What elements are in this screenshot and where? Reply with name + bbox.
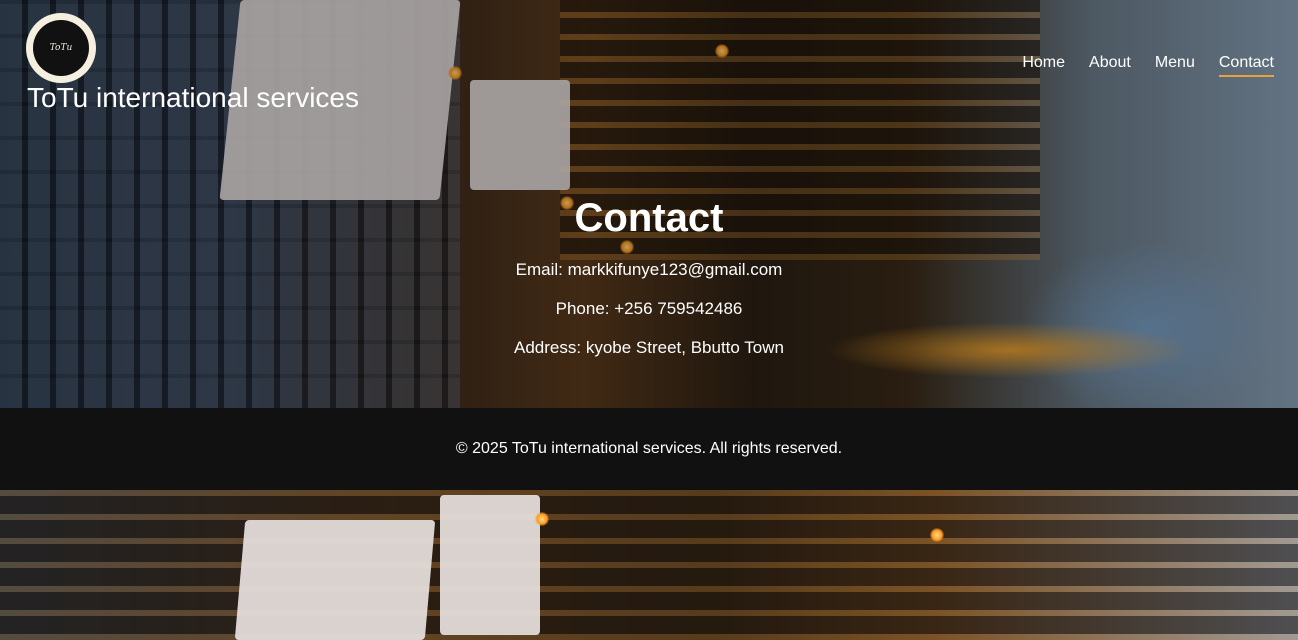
nav-contact[interactable]: Contact xyxy=(1218,54,1274,77)
main-nav: Home About Menu Contact xyxy=(1022,54,1274,77)
site-header: ToTu ToTu international services Home Ab… xyxy=(0,0,1298,130)
site-footer: © 2025 ToTu international services. All … xyxy=(0,408,1298,490)
contact-phone: Phone: +256 759542486 xyxy=(555,299,743,318)
logo-pot-icon: ToTu xyxy=(33,20,89,76)
restaurant-street-photo-bottom xyxy=(0,490,1298,640)
logo[interactable]: ToTu xyxy=(26,13,96,83)
candle-light xyxy=(535,512,549,526)
site-name: ToTu international services xyxy=(27,82,360,113)
contact-email: Email: markkifunye123@gmail.com xyxy=(515,260,783,279)
table-cloth xyxy=(234,520,436,640)
candle-light xyxy=(930,528,944,542)
nav-home[interactable]: Home xyxy=(1022,54,1065,77)
nav-about[interactable]: About xyxy=(1089,54,1131,77)
contact-title: Contact xyxy=(574,196,724,240)
contact-section: Contact Email: markkifunye123@gmail.com … xyxy=(0,194,1298,377)
footer-copyright: © 2025 ToTu international services. All … xyxy=(455,440,843,457)
nav-menu[interactable]: Menu xyxy=(1155,54,1195,77)
contact-address: Address: kyobe Street, Bbutto Town xyxy=(514,338,784,357)
logo-text: ToTu xyxy=(49,43,73,53)
table-cloth xyxy=(440,495,540,635)
